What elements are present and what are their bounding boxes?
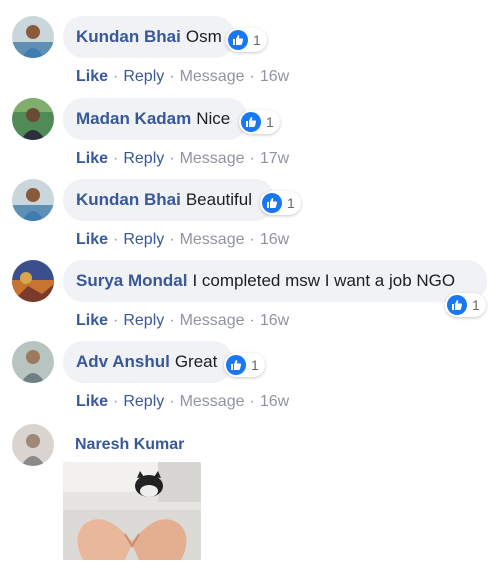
comment-bubble: Adv Anshul Great [63,341,233,383]
reaction-count[interactable]: 1 [226,28,267,52]
timestamp[interactable]: 16w [260,312,289,329]
like-link[interactable]: Like [76,231,108,248]
comment-text: I completed msw I want a job NGO [192,271,456,290]
comment-text: Beautiful [185,190,253,209]
comment-actions: Like · Reply · Message · 17w [76,150,290,167]
like-link[interactable]: Like [76,150,108,167]
comment-actions: Like · Reply · Message · 16w [76,393,290,410]
like-link[interactable]: Like [76,312,108,329]
comment-author[interactable]: Adv Anshul [76,352,170,372]
thumbs-up-icon [228,30,248,50]
like-link[interactable]: Like [76,68,108,85]
comment-author[interactable]: Madan Kadam [76,109,191,129]
like-link[interactable]: Like [76,393,108,410]
comment-text: Nice [196,109,231,128]
thumbs-up-icon [226,355,246,375]
reaction-number: 1 [253,32,261,48]
avatar[interactable] [12,260,54,302]
comment-bubble: Madan Kadam Nice [63,98,248,140]
timestamp[interactable]: 16w [260,68,289,85]
reply-link[interactable]: Reply [123,393,164,410]
comment-actions: Like · Reply · Message · 16w [76,312,290,329]
thumbs-up-icon [241,112,261,132]
comment-actions: Like · Reply · Message · 16w [76,68,290,85]
comment-author[interactable]: Kundan Bhai [76,27,181,47]
reaction-number: 1 [287,195,295,211]
comment-text: Great [174,352,218,371]
reaction-count[interactable]: 1 [445,293,486,317]
message-link[interactable]: Message [180,231,245,248]
avatar[interactable] [12,341,54,383]
reaction-count[interactable]: 1 [224,353,265,377]
reaction-number: 1 [472,297,480,313]
timestamp[interactable]: 17w [260,150,289,167]
message-link[interactable]: Message [180,312,245,329]
gif-attachment[interactable] [63,462,201,560]
comment-author[interactable]: Kundan Bhai [76,190,181,210]
comment-text: Osm [185,27,222,46]
reaction-number: 1 [251,357,259,373]
thumbs-up-icon [447,295,467,315]
reaction-number: 1 [266,114,274,130]
reaction-count[interactable]: 1 [260,191,301,215]
reply-link[interactable]: Reply [123,312,164,329]
comment-author[interactable]: Naresh Kumar [75,436,184,454]
comment-actions: Like · Reply · Message · 16w [76,231,290,248]
thumbs-up-icon [262,193,282,213]
reply-link[interactable]: Reply [123,68,164,85]
timestamp[interactable]: 16w [260,393,289,410]
comment-author[interactable]: Surya Mondal [76,271,187,291]
message-link[interactable]: Message [180,150,245,167]
comment-bubble: Kundan Bhai Osm [63,16,235,58]
reply-link[interactable]: Reply [123,231,164,248]
avatar[interactable] [12,424,54,466]
avatar[interactable] [12,98,54,140]
avatar[interactable] [12,16,54,58]
avatar[interactable] [12,179,54,221]
reaction-count[interactable]: 1 [239,110,280,134]
reply-link[interactable]: Reply [123,150,164,167]
message-link[interactable]: Message [180,68,245,85]
comment-bubble: Surya Mondal I completed msw I want a jo… [63,260,487,302]
timestamp[interactable]: 16w [260,231,289,248]
message-link[interactable]: Message [180,393,245,410]
comment-bubble: Kundan Bhai Beautiful [63,179,275,221]
